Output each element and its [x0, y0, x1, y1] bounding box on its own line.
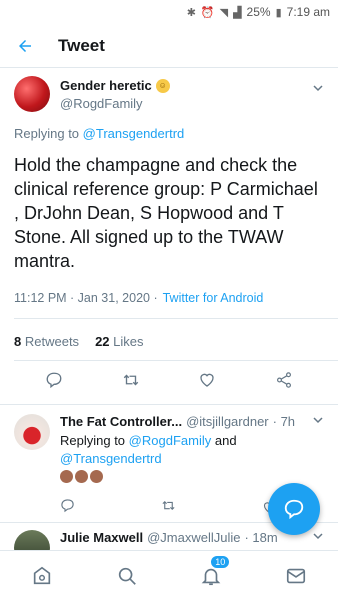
see-no-evil-monkey-icon	[75, 470, 88, 483]
reply-icon	[61, 499, 74, 513]
bluetooth-icon: ✱	[186, 6, 196, 19]
page-title: Tweet	[58, 35, 105, 55]
author-display-name: Gender heretic	[60, 78, 152, 93]
grimacing-emoji-icon: ☺	[155, 78, 170, 93]
avatar[interactable]	[14, 414, 50, 450]
battery-percent: 25%	[246, 5, 271, 19]
battery-icon: ▮	[275, 6, 282, 19]
share-icon	[276, 372, 291, 388]
reply-author-handle[interactable]: @JmaxwellJulie	[147, 530, 240, 545]
likes-count[interactable]: 22 Likes	[95, 334, 143, 349]
wifi-icon: ◥	[219, 6, 229, 19]
clock: 7:19 am	[286, 5, 330, 19]
divider	[14, 360, 338, 361]
nav-messages[interactable]	[281, 561, 311, 591]
reply-author-name[interactable]: The Fat Controller...	[60, 414, 182, 429]
mention-link[interactable]: @Transgendertrd	[60, 451, 162, 466]
replying-to: Replying to @Transgendertrd	[14, 126, 324, 141]
nav-home[interactable]	[27, 561, 57, 591]
see-no-evil-monkey-icon	[60, 470, 73, 483]
top-app-bar: Tweet	[0, 24, 338, 68]
tweet-meta: 11:12 PM · Jan 31, 2020 · Twitter for An…	[14, 291, 324, 305]
nav-notifications[interactable]: 10	[196, 554, 231, 591]
retweet-icon	[123, 374, 138, 386]
divider	[0, 404, 338, 405]
tweet-text: Hold the champagne and check the clinica…	[14, 155, 318, 271]
retweet-icon	[162, 500, 175, 511]
replying-prefix: Replying to	[14, 126, 80, 141]
reply-button[interactable]	[44, 370, 64, 390]
status-bar: ✱ ⏰ ◥ ▟ 25% ▮ 7:19 am	[0, 0, 338, 24]
likes-label: Likes	[113, 334, 144, 349]
mail-icon	[286, 568, 305, 583]
reply-replying-to: Replying to @RogdFamily and @Transgender…	[60, 432, 324, 468]
reply-time: · 18m	[244, 530, 278, 545]
search-icon	[118, 567, 136, 585]
reply-button[interactable]	[60, 498, 75, 516]
retweets-label: Retweets	[24, 334, 80, 349]
signal-icon: ▟	[233, 6, 242, 19]
divider	[14, 318, 338, 319]
back-button[interactable]	[0, 24, 50, 68]
likes-number: 22	[95, 334, 110, 349]
retweets-number: 8	[14, 334, 22, 349]
replying-prefix: Replying to	[60, 433, 126, 448]
retweet-button[interactable]	[121, 370, 141, 390]
home-icon	[34, 566, 51, 584]
reply-time: · 7h	[272, 414, 296, 429]
replying-to-link[interactable]: @Transgendertrd	[83, 126, 185, 141]
chevron-down-icon[interactable]	[312, 530, 324, 545]
tweet-timestamp: 11:12 PM · Jan 31, 2020 ·	[14, 291, 158, 305]
see-no-evil-monkey-icon	[90, 470, 103, 483]
tweet-source-link[interactable]: Twitter for Android	[163, 291, 264, 305]
engagement-counts: 8 Retweets 22 Likes	[14, 334, 144, 349]
share-button[interactable]	[274, 370, 294, 390]
author-name[interactable]: Gender heretic ☺	[60, 78, 170, 93]
mention-link[interactable]: @RogdFamily	[129, 433, 212, 448]
reply-author-name[interactable]: Julie Maxwell	[60, 530, 143, 545]
compose-reply-button[interactable]	[268, 483, 320, 535]
retweets-count[interactable]: 8 Retweets	[14, 334, 79, 349]
alarm-icon: ⏰	[200, 6, 215, 19]
reply-author-handle[interactable]: @itsjillgardner	[186, 414, 269, 429]
reply-actions: 6	[60, 498, 290, 516]
retweet-button[interactable]	[160, 498, 177, 516]
reply-icon	[46, 372, 62, 389]
notifications-badge: 10	[210, 554, 231, 569]
main-tweet: Gender heretic ☺ @RogdFamily Replying to…	[0, 70, 338, 305]
chevron-down-icon[interactable]	[312, 82, 324, 97]
reply-icon	[284, 499, 304, 520]
nav-search[interactable]	[112, 561, 142, 591]
arrow-left-icon	[19, 39, 31, 52]
tweet-actions	[14, 370, 324, 390]
bottom-nav: 10	[0, 550, 338, 600]
like-button[interactable]	[197, 370, 217, 390]
author-handle[interactable]: @RogdFamily	[60, 96, 170, 111]
chevron-down-icon[interactable]	[312, 414, 324, 429]
avatar[interactable]	[14, 76, 50, 112]
conjunction: and	[214, 433, 237, 448]
heart-icon	[200, 373, 214, 387]
